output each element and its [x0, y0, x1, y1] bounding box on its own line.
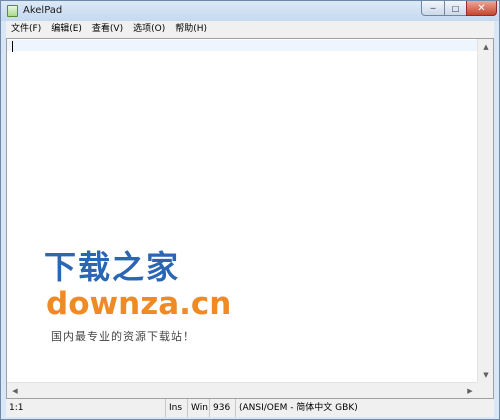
scroll-down-arrow-icon[interactable]: ▼ — [478, 367, 493, 383]
window-title: AkelPad — [23, 5, 63, 16]
scroll-right-arrow-icon[interactable]: ▶ — [462, 383, 478, 398]
status-insert-mode[interactable]: Ins — [166, 399, 188, 417]
maximize-button[interactable]: □ — [444, 1, 467, 16]
status-newline-type[interactable]: Win — [188, 399, 210, 417]
menu-options[interactable]: 选项(O) — [128, 21, 170, 38]
watermark-logo: 下载之家 downza.cn 国内最专业的资源下载站！ — [41, 247, 231, 372]
close-icon: ✕ — [477, 2, 486, 14]
menu-edit[interactable]: 编辑(E) — [46, 21, 87, 38]
watermark-title: 下载之家 — [44, 248, 181, 286]
scrollbar-corner — [477, 382, 493, 398]
menu-file[interactable]: 文件(F) — [6, 21, 46, 38]
watermark-url: downza.cn — [46, 286, 232, 322]
akelpad-app-icon[interactable] — [7, 5, 18, 17]
minimize-button[interactable]: ─ — [421, 1, 445, 16]
menu-bar: 文件(F) 编辑(E) 查看(V) 选项(O) 帮助(H) — [6, 21, 494, 38]
scroll-up-arrow-icon[interactable]: ▲ — [478, 39, 493, 55]
status-codepage-number[interactable]: 936 — [210, 399, 236, 417]
scroll-left-arrow-icon[interactable]: ◀ — [7, 383, 23, 398]
status-bar: 1:1 Ins Win 936 (ANSI/OEM - 简体中文 GBK) — [6, 399, 494, 417]
vertical-scrollbar[interactable]: ▲ ▼ — [477, 39, 493, 383]
app-window: AkelPad ─ □ ✕ 文件(F) 编辑(E) 查看(V) 选项(O) 帮助… — [0, 0, 500, 420]
horizontal-scrollbar[interactable]: ◀ ▶ — [7, 382, 478, 398]
menu-help[interactable]: 帮助(H) — [170, 21, 212, 38]
menu-view[interactable]: 查看(V) — [87, 21, 128, 38]
close-button[interactable]: ✕ — [466, 1, 497, 16]
current-line-highlight — [7, 40, 478, 51]
maximize-icon: □ — [451, 3, 460, 13]
minimize-icon: ─ — [430, 3, 436, 13]
status-codepage[interactable]: (ANSI/OEM - 简体中文 GBK) — [236, 399, 361, 417]
watermark-tagline: 国内最专业的资源下载站！ — [51, 330, 195, 343]
status-cursor-position: 1:1 — [6, 399, 166, 417]
text-caret — [12, 41, 13, 52]
title-bar[interactable]: AkelPad ─ □ ✕ — [1, 1, 499, 21]
